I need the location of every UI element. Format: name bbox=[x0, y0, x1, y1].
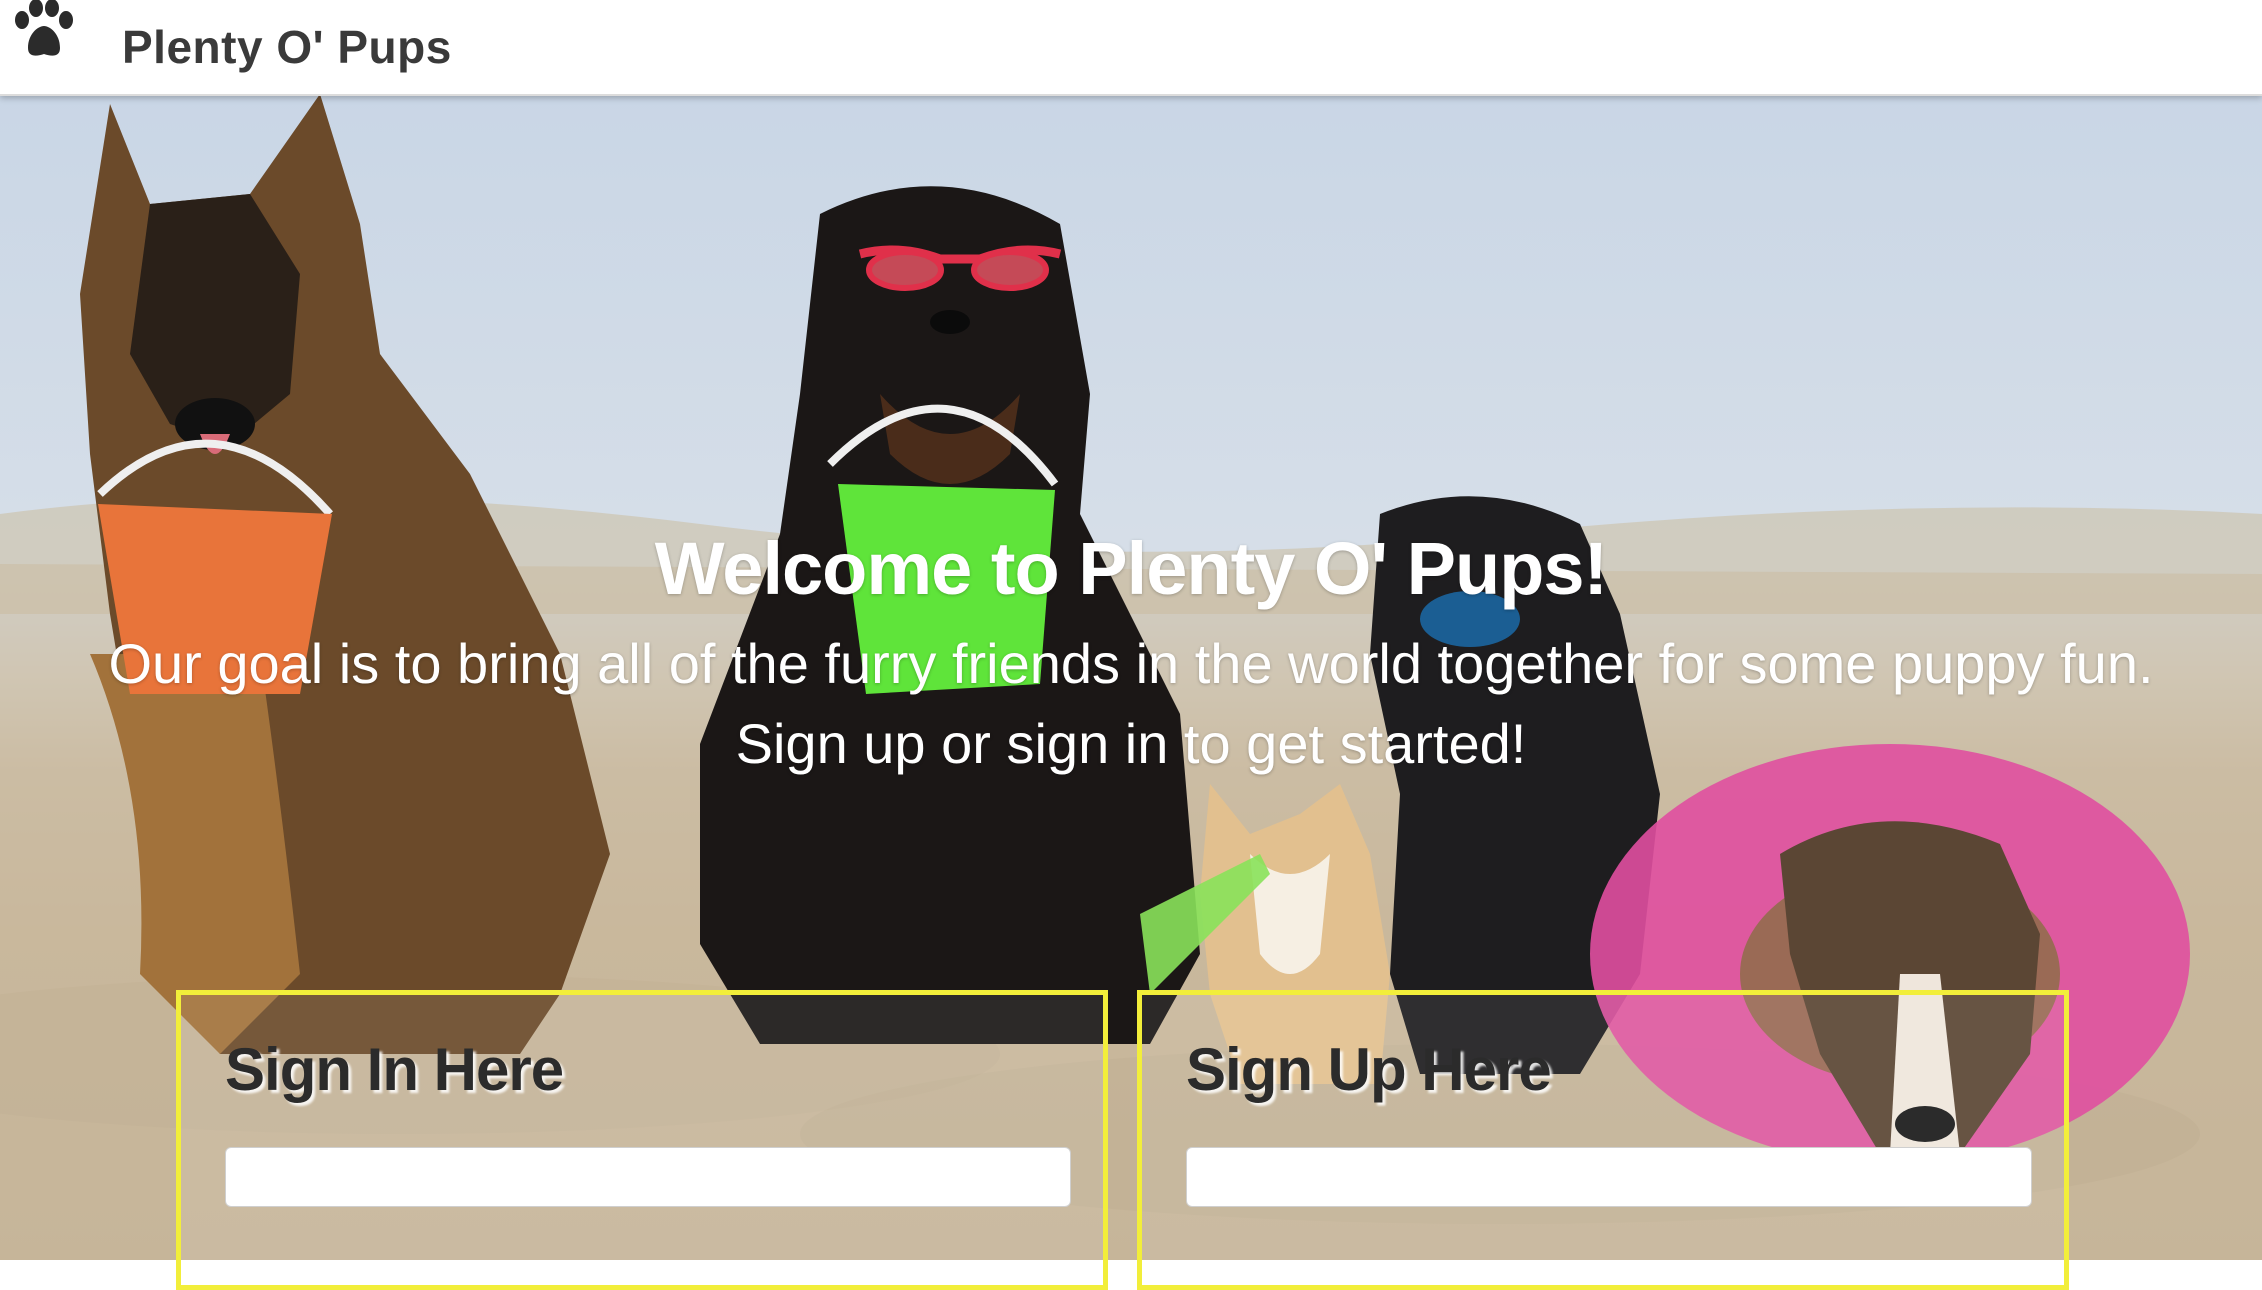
brand-name[interactable]: Plenty O' Pups bbox=[122, 20, 452, 74]
sign-in-input[interactable] bbox=[225, 1147, 1071, 1207]
sign-in-panel: Sign In Here bbox=[176, 990, 1108, 1290]
paw-icon[interactable] bbox=[10, 0, 78, 60]
sign-up-title: Sign Up Here bbox=[1186, 1036, 1552, 1103]
sign-up-panel: Sign Up Here bbox=[1137, 990, 2069, 1290]
sign-in-title: Sign In Here bbox=[225, 1036, 564, 1103]
hero-subtitle: Our goal is to bring all of the furry fr… bbox=[108, 632, 2154, 775]
sign-up-input[interactable] bbox=[1186, 1147, 2032, 1207]
hero-title: Welcome to Plenty O' Pups! bbox=[654, 527, 1608, 610]
navbar: Plenty O' Pups bbox=[0, 0, 2262, 96]
